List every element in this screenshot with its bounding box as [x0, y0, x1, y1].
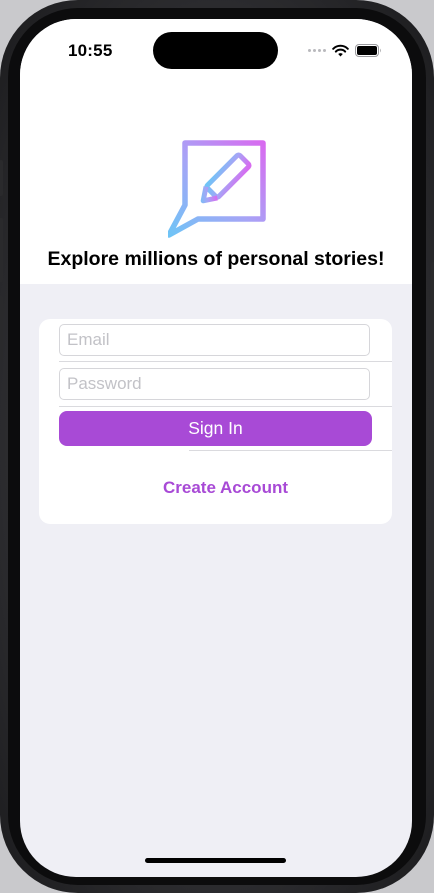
- row-separator: [59, 406, 392, 407]
- status-time: 10:55: [68, 41, 113, 60]
- action-button: [0, 160, 3, 196]
- tagline: Explore millions of personal stories!: [47, 248, 385, 270]
- row-separator: [59, 361, 392, 362]
- password-field[interactable]: [59, 368, 370, 400]
- wifi-icon: [332, 44, 349, 56]
- pencil-speech-bubble-icon: [168, 140, 266, 238]
- phone-frame: 10:55 Explore millions of personal stori…: [0, 0, 434, 893]
- app-screen: 10:55 Explore millions of personal stori…: [20, 19, 412, 877]
- login-card: Sign In Create Account: [39, 319, 392, 524]
- email-field[interactable]: [59, 324, 370, 356]
- row-separator: [189, 450, 392, 451]
- status-icons: [308, 43, 382, 57]
- sign-in-button[interactable]: Sign In: [59, 411, 372, 446]
- cellular-signal-icon: [308, 48, 326, 52]
- volume-up-button: [0, 218, 3, 282]
- volume-down-button: [0, 296, 3, 360]
- create-account-button[interactable]: Create Account: [39, 478, 412, 498]
- home-indicator[interactable]: [145, 858, 286, 863]
- dynamic-island: [153, 32, 278, 69]
- battery-icon: [355, 43, 381, 57]
